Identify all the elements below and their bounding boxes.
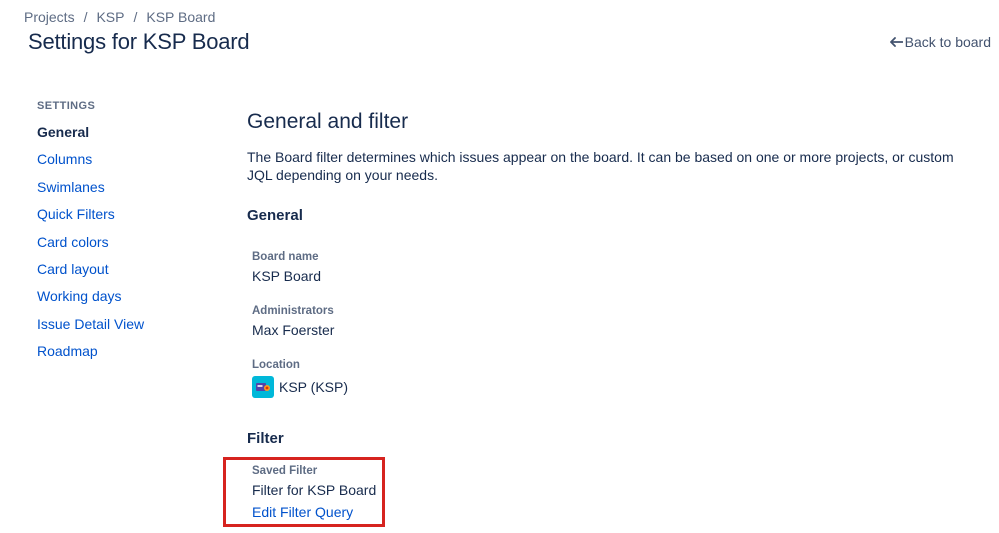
- board-settings-page: Projects / KSP / KSP Board Settings for …: [0, 0, 999, 533]
- sidebar-item-general[interactable]: General: [37, 123, 227, 150]
- board-name-field: Board name KSP Board: [252, 251, 321, 284]
- location-text[interactable]: KSP (KSP): [279, 379, 348, 395]
- page-title: Settings for KSP Board: [28, 29, 250, 54]
- main-content: General and filter The Board filter dete…: [247, 110, 967, 184]
- breadcrumb-separator: /: [83, 9, 88, 25]
- section-description: The Board filter determines which issues…: [247, 149, 954, 183]
- filter-heading: Filter: [247, 430, 284, 447]
- breadcrumb-board[interactable]: KSP Board: [146, 9, 215, 25]
- sidebar-heading: SETTINGS: [37, 100, 96, 112]
- sidebar-item-roadmap[interactable]: Roadmap: [37, 342, 227, 369]
- location-label: Location: [252, 359, 300, 371]
- project-avatar-icon: [252, 376, 274, 398]
- sidebar-item-card-colors[interactable]: Card colors: [37, 233, 227, 260]
- sidebar-item-quick-filters[interactable]: Quick Filters: [37, 205, 227, 232]
- settings-sidebar: SETTINGS General Columns Swimlanes Quick…: [37, 100, 227, 370]
- sidebar-item-working-days[interactable]: Working days: [37, 287, 227, 314]
- administrators-label: Administrators: [252, 305, 334, 317]
- board-name-label: Board name: [252, 251, 319, 263]
- location-field: Location KSP (KSP): [252, 359, 348, 398]
- back-arrow-icon: [889, 35, 904, 49]
- administrators-field: Administrators Max Foerster: [252, 305, 334, 338]
- back-to-board-label: Back to board: [904, 34, 991, 50]
- administrators-value: Max Foerster: [252, 322, 335, 338]
- sidebar-item-card-layout[interactable]: Card layout: [37, 260, 227, 287]
- back-to-board-link[interactable]: Back to board: [889, 34, 991, 50]
- location-value: KSP (KSP): [252, 376, 348, 398]
- board-name-value: KSP Board: [252, 268, 322, 284]
- breadcrumb: Projects / KSP / KSP Board: [24, 9, 215, 25]
- sidebar-item-swimlanes[interactable]: Swimlanes: [37, 178, 227, 205]
- sidebar-item-issue-detail-view[interactable]: Issue Detail View: [37, 315, 227, 342]
- breadcrumb-separator: /: [133, 9, 138, 25]
- highlight-box: [223, 457, 385, 527]
- breadcrumb-projects[interactable]: Projects: [24, 9, 75, 25]
- section-title: General and filter: [247, 110, 409, 133]
- breadcrumb-project[interactable]: KSP: [96, 9, 124, 25]
- general-heading: General: [247, 207, 303, 224]
- sidebar-item-columns[interactable]: Columns: [37, 150, 227, 177]
